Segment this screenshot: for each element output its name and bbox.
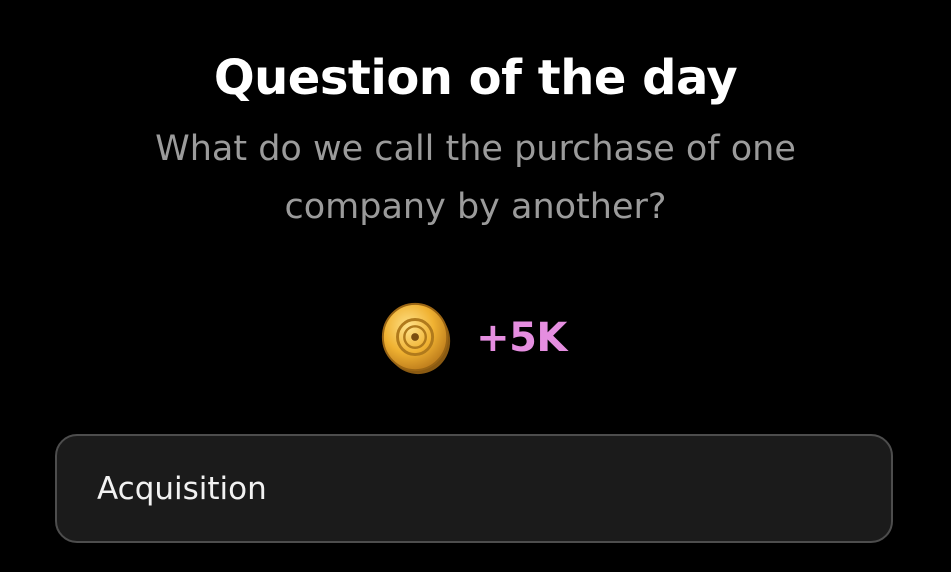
reward-row: +5K: [0, 302, 951, 375]
question-text: What do we call the purchase of one comp…: [155, 129, 796, 227]
reward-amount: +5K: [476, 315, 567, 361]
coin-icon: [381, 302, 451, 375]
answer-field[interactable]: Acquisition: [55, 434, 893, 543]
answer-value: Acquisition: [97, 470, 267, 507]
page-title: Question of the day: [213, 50, 738, 106]
